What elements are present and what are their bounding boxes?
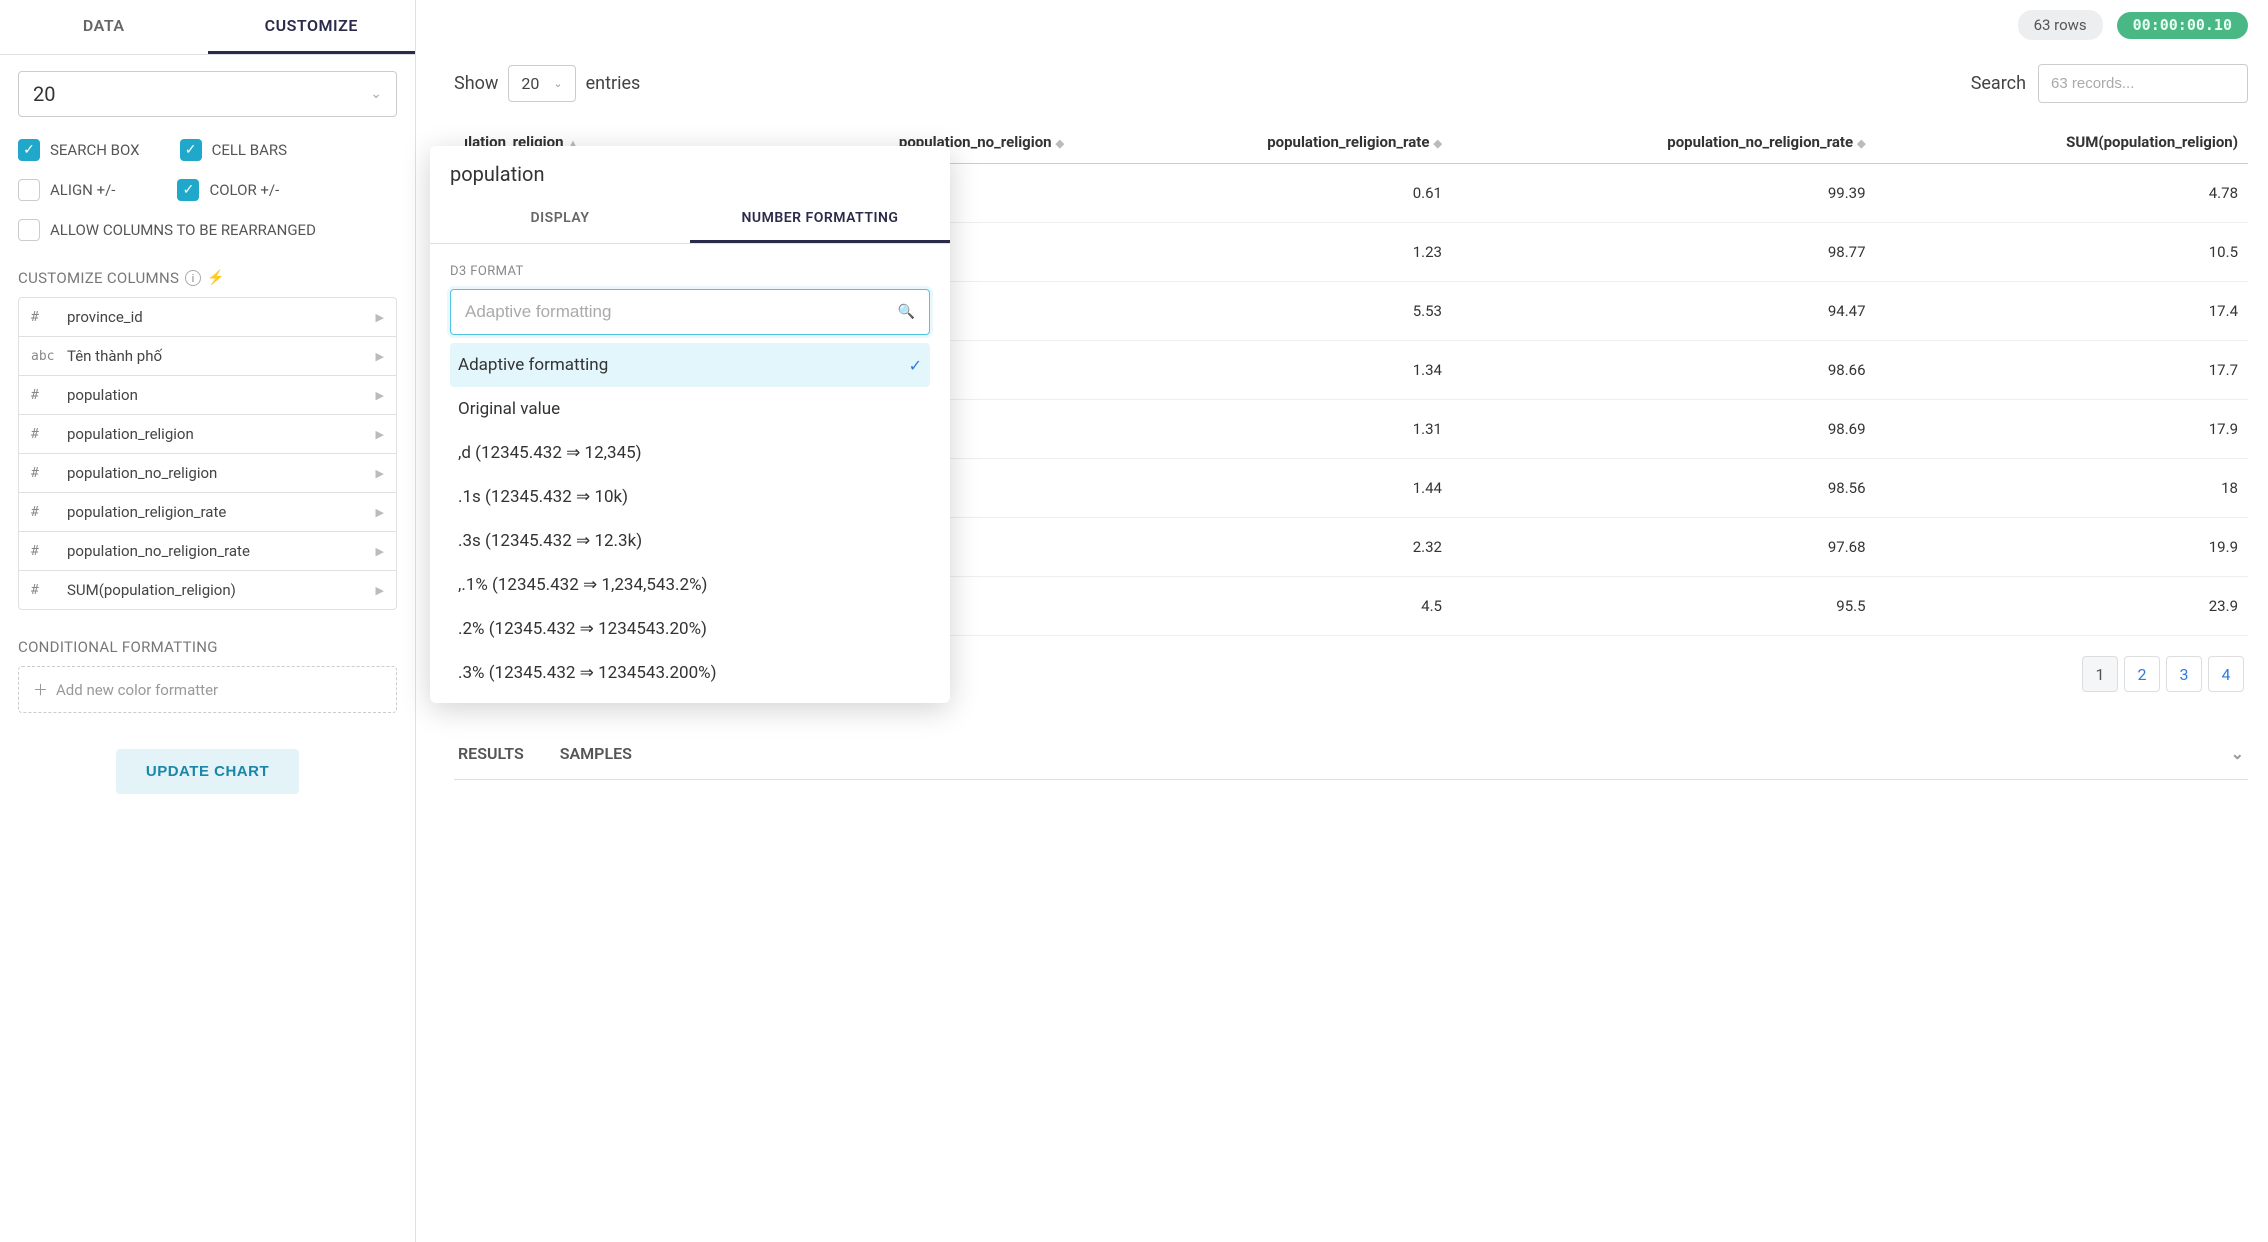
add-color-formatter-button[interactable]: ＋ Add new color formatter: [18, 666, 397, 713]
d3-format-label: D3 FORMAT: [450, 264, 930, 279]
label-cell-bars: CELL BARS: [212, 141, 287, 159]
format-option[interactable]: ,d (12345.432 ⇒ 12,345): [450, 431, 930, 475]
checkbox-align-pm[interactable]: [18, 179, 40, 201]
popover-tab-number-formatting[interactable]: NUMBER FORMATTING: [690, 196, 950, 243]
hash-icon: #: [31, 427, 55, 442]
column-item[interactable]: # population_religion_rate ▶: [19, 493, 396, 532]
table-header[interactable]: population_religion_rate◆: [1074, 121, 1452, 164]
label-align-pm: ALIGN +/-: [50, 181, 115, 199]
checkbox-allow-rearrange[interactable]: [18, 219, 40, 241]
column-name: population_no_religion_rate: [67, 542, 364, 560]
tab-data[interactable]: DATA: [0, 0, 208, 54]
column-name: province_id: [67, 308, 364, 326]
chevron-right-icon: ▶: [376, 545, 384, 558]
column-name: population_no_religion: [67, 464, 364, 482]
check-icon: ✓: [909, 356, 922, 375]
page-2-button[interactable]: 2: [2124, 656, 2160, 692]
chevron-right-icon: ▶: [376, 467, 384, 480]
plus-icon: ＋: [33, 679, 48, 700]
chevron-down-icon: ⌄: [370, 86, 382, 102]
page-length-value: 20: [33, 82, 55, 106]
entries-value: 20: [521, 74, 539, 93]
chevron-right-icon: ▶: [376, 350, 384, 363]
page-3-button[interactable]: 3: [2166, 656, 2202, 692]
label-allow-rearrange: ALLOW COLUMNS TO BE REARRANGED: [50, 221, 316, 239]
query-time-badge: 00:00:00.10: [2117, 12, 2248, 39]
columns-list: # province_id ▶ abc Tên thành phố ▶ # po…: [18, 297, 397, 610]
entries-label: entries: [586, 73, 641, 94]
add-formatter-label: Add new color formatter: [56, 681, 218, 699]
column-name: SUM(population_religion): [67, 581, 364, 599]
results-tab[interactable]: RESULTS: [458, 744, 524, 763]
checkbox-cell-bars[interactable]: ✓: [180, 139, 202, 161]
format-option[interactable]: .3% (12345.432 ⇒ 1234543.200%): [450, 651, 930, 695]
hash-icon: #: [31, 544, 55, 559]
checkbox-search-box[interactable]: ✓: [18, 139, 40, 161]
rows-badge: 63 rows: [2018, 10, 2103, 40]
format-option[interactable]: .3s (12345.432 ⇒ 12.3k): [450, 519, 930, 563]
format-option[interactable]: .2% (12345.432 ⇒ 1234543.20%): [450, 607, 930, 651]
abc-icon: abc: [31, 349, 55, 364]
column-item[interactable]: # population ▶: [19, 376, 396, 415]
column-name: Tên thành phố: [67, 347, 364, 365]
customize-columns-heading: CUSTOMIZE COLUMNS: [18, 269, 179, 287]
tab-customize[interactable]: CUSTOMIZE: [208, 0, 416, 54]
chevron-right-icon: ▶: [376, 584, 384, 597]
sort-icon: ◆: [1434, 137, 1442, 150]
table-header[interactable]: population_no_religion_rate◆: [1452, 121, 1876, 164]
bolt-icon: ⚡: [207, 270, 225, 286]
conditional-formatting-heading: CONDITIONAL FORMATTING: [18, 638, 218, 656]
column-item[interactable]: # SUM(population_religion) ▶: [19, 571, 396, 609]
samples-tab[interactable]: SAMPLES: [560, 744, 632, 763]
column-name: population_religion_rate: [67, 503, 364, 521]
chevron-right-icon: ▶: [376, 389, 384, 402]
label-color-pm: COLOR +/-: [209, 181, 279, 199]
chevron-right-icon: ▶: [376, 311, 384, 324]
page-4-button[interactable]: 4: [2208, 656, 2244, 692]
sidebar: DATA CUSTOMIZE 20 ⌄ ✓ SEARCH BOX ✓ CELL …: [0, 0, 416, 1242]
hash-icon: #: [31, 466, 55, 481]
label-search-box: SEARCH BOX: [50, 141, 140, 159]
format-option[interactable]: ,.1% (12345.432 ⇒ 1,234,543.2%): [450, 563, 930, 607]
column-config-popover: population DISPLAY NUMBER FORMATTING D3 …: [430, 146, 950, 703]
d3-format-input[interactable]: [465, 302, 898, 322]
column-name: population: [67, 386, 364, 404]
hash-icon: #: [31, 310, 55, 325]
sort-icon: ◆: [1056, 137, 1064, 150]
page-length-select[interactable]: 20 ⌄: [18, 71, 397, 117]
d3-format-options: Adaptive formatting ✓ Original value ,d …: [450, 343, 930, 695]
format-option[interactable]: .1s (12345.432 ⇒ 10k): [450, 475, 930, 519]
chevron-right-icon: ▶: [376, 506, 384, 519]
info-icon: i: [185, 270, 201, 286]
column-item[interactable]: abc Tên thành phố ▶: [19, 337, 396, 376]
column-item[interactable]: # province_id ▶: [19, 298, 396, 337]
search-icon: 🔍: [898, 304, 915, 320]
format-option[interactable]: Adaptive formatting ✓: [450, 343, 930, 387]
entries-select[interactable]: 20 ⌄: [508, 65, 575, 102]
chevron-down-icon[interactable]: ⌄: [2231, 744, 2244, 763]
update-chart-button[interactable]: UPDATE CHART: [116, 749, 299, 794]
hash-icon: #: [31, 388, 55, 403]
search-input[interactable]: [2038, 64, 2248, 103]
format-option[interactable]: Original value: [450, 387, 930, 431]
popover-title: population: [430, 146, 950, 196]
popover-tab-display[interactable]: DISPLAY: [430, 196, 690, 243]
column-item[interactable]: # population_religion ▶: [19, 415, 396, 454]
hash-icon: #: [31, 505, 55, 520]
sort-icon: ◆: [1857, 137, 1865, 150]
d3-format-select[interactable]: 🔍: [450, 289, 930, 335]
column-name: population_religion: [67, 425, 364, 443]
show-label: Show: [454, 73, 498, 94]
hash-icon: #: [31, 583, 55, 598]
chevron-right-icon: ▶: [376, 428, 384, 441]
table-header[interactable]: SUM(population_religion): [1876, 121, 2248, 164]
column-item[interactable]: # population_no_religion_rate ▶: [19, 532, 396, 571]
column-item[interactable]: # population_no_religion ▶: [19, 454, 396, 493]
search-label: Search: [1971, 73, 2026, 94]
checkbox-color-pm[interactable]: ✓: [177, 179, 199, 201]
chevron-down-icon: ⌄: [553, 77, 562, 90]
page-1-button[interactable]: 1: [2082, 656, 2118, 692]
